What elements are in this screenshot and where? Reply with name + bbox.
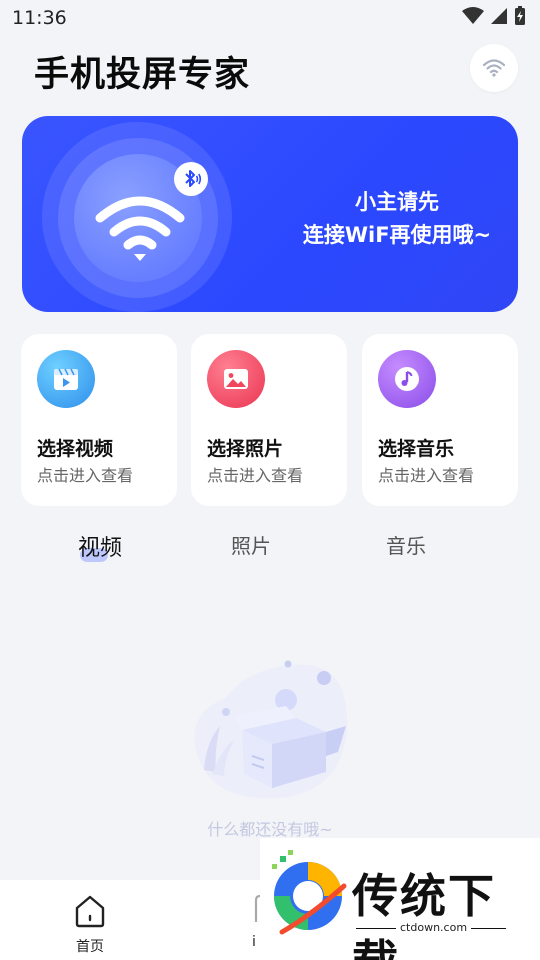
bluetooth-icon bbox=[185, 170, 202, 187]
music-icon bbox=[395, 367, 419, 391]
page-title: 手机投屏专家 bbox=[34, 55, 251, 95]
nav-home-label: 首页 bbox=[76, 939, 104, 955]
wifi-settings-button[interactable] bbox=[470, 44, 518, 92]
nav-home[interactable]: 首页 bbox=[64, 894, 116, 956]
tab-photo[interactable]: 照片 bbox=[231, 530, 271, 559]
empty-state-message: 什么都还没有哦~ bbox=[207, 820, 333, 839]
banner-text-line2: 连接WiF再使用哦~ bbox=[302, 223, 492, 247]
connect-wifi-banner[interactable]: 小主请先 连接WiF再使用哦~ bbox=[22, 116, 518, 312]
select-video-card[interactable]: 选择视频 点击进入查看 bbox=[21, 334, 177, 506]
music-icon-circle bbox=[378, 350, 436, 408]
cell-signal-icon bbox=[491, 8, 507, 24]
empty-box-illustration bbox=[194, 660, 348, 799]
home-icon bbox=[75, 895, 105, 928]
bluetooth-badge bbox=[174, 162, 208, 196]
card-title: 选择音乐 bbox=[378, 438, 455, 460]
watermark-domain: ctdown.com bbox=[396, 921, 472, 934]
photo-icon-circle bbox=[207, 350, 265, 408]
status-time: 11:36 bbox=[12, 7, 67, 29]
wifi-signal-icon bbox=[462, 7, 484, 24]
select-music-card[interactable]: 选择音乐 点击进入查看 bbox=[362, 334, 518, 506]
video-icon bbox=[54, 368, 78, 390]
video-icon-circle bbox=[37, 350, 95, 408]
select-photo-card[interactable]: 选择照片 点击进入查看 bbox=[191, 334, 347, 506]
battery-icon bbox=[515, 6, 525, 25]
card-title: 选择视频 bbox=[37, 438, 114, 460]
wifi-icon bbox=[482, 59, 506, 77]
watermark-text: 传统下载 bbox=[352, 869, 496, 960]
card-subtitle: 点击进入查看 bbox=[378, 466, 475, 485]
watermark: 传统下载 ctdown.com bbox=[260, 838, 540, 960]
tab-music[interactable]: 音乐 bbox=[386, 530, 426, 559]
status-bar: 11:36 bbox=[0, 0, 540, 36]
card-title: 选择照片 bbox=[207, 438, 284, 460]
tab-video[interactable]: 视频 bbox=[78, 530, 122, 562]
watermark-logo-icon bbox=[272, 850, 347, 935]
wifi-large-icon bbox=[95, 196, 185, 261]
card-subtitle: 点击进入查看 bbox=[207, 466, 304, 485]
banner-text-line1: 小主请先 bbox=[355, 190, 439, 214]
status-icons bbox=[462, 6, 526, 26]
card-subtitle: 点击进入查看 bbox=[37, 466, 134, 485]
photo-icon bbox=[224, 369, 248, 389]
